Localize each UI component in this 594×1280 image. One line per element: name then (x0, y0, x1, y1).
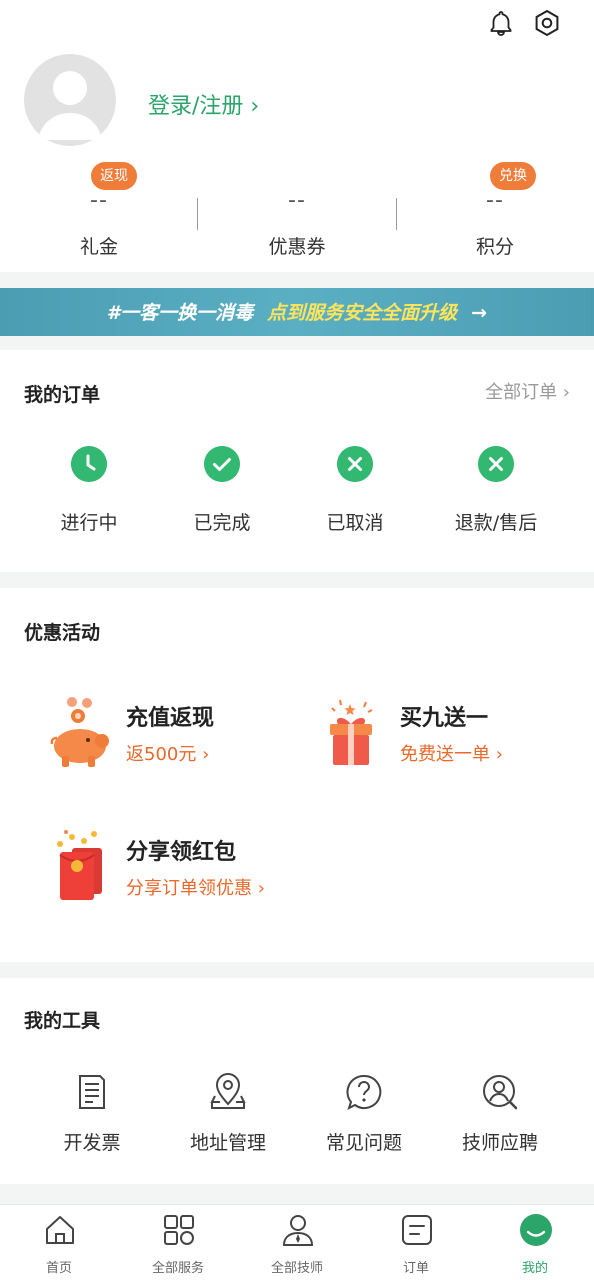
order-refund[interactable]: 退款/售后 (429, 446, 563, 536)
banner-highlight: 点到服务安全全面升级 (267, 302, 458, 324)
bell-icon[interactable] (486, 8, 516, 38)
top-bar (0, 0, 594, 50)
stat-points[interactable]: 兑换 -- 积分 (396, 162, 594, 264)
order-label: 退款/售后 (454, 512, 538, 534)
bottom-tab-bar: 首页 全部服务 全部技师 订单 我的 (0, 1204, 594, 1280)
orders-title: 我的订单 (24, 384, 101, 406)
profile-section: 登录/注册 › 返现 -- 礼金 -- 优惠券 兑换 -- 积分 (0, 50, 594, 272)
tools-card: 我的工具 开发票 地址管理 常见问题 技师应聘 (0, 978, 594, 1184)
promo-title: 分享领红包 (126, 840, 237, 865)
promo-banner[interactable]: #一客一换一消毒 点到服务安全全面升级 → (0, 288, 594, 336)
check-icon (204, 446, 240, 482)
banner-text: #一客一换一消毒 (106, 302, 254, 324)
profile-icon (520, 1214, 552, 1246)
arrow-right-icon: → (471, 302, 488, 324)
promos-card: 优惠活动 充值返现 返500元 › 买九送一 免费送一单 › 分享领红包 分享订… (0, 588, 594, 962)
stat-label: 积分 (475, 236, 514, 258)
tool-label: 开发票 (63, 1132, 121, 1154)
tab-orders[interactable]: 订单 (357, 1205, 475, 1280)
promo-title: 充值返现 (126, 706, 215, 731)
cashback-badge: 返现 (91, 162, 137, 190)
recruit-icon (483, 1075, 518, 1110)
tab-label: 全部服务 (151, 1261, 204, 1276)
grid-icon (164, 1215, 194, 1245)
order-in-progress[interactable]: 进行中 (22, 446, 156, 536)
order-label: 已完成 (193, 512, 251, 534)
orders-icon (402, 1215, 432, 1245)
tool-label: 技师应聘 (461, 1132, 538, 1154)
gift-icon (330, 699, 373, 765)
stat-label: 礼金 (79, 236, 118, 258)
promo-buy-nine[interactable]: 买九送一 免费送一单 › (324, 694, 594, 794)
tab-home[interactable]: 首页 (0, 1205, 118, 1280)
tool-invoice[interactable]: 开发票 (24, 1072, 160, 1168)
promo-subtitle: 免费送一单 › (400, 744, 503, 765)
order-label: 进行中 (60, 512, 118, 534)
promo-recharge[interactable]: 充值返现 返500元 › (50, 694, 320, 794)
promo-title: 买九送一 (400, 706, 489, 731)
promo-subtitle: 分享订单领优惠 › (126, 878, 265, 899)
invoice-icon (79, 1075, 105, 1109)
location-icon (210, 1073, 246, 1109)
promo-share[interactable]: 分享领红包 分享订单领优惠 › (50, 828, 320, 928)
cancel-icon (337, 446, 373, 482)
tab-label: 我的 (521, 1261, 548, 1276)
stat-value: -- (486, 188, 504, 213)
tool-address[interactable]: 地址管理 (160, 1072, 296, 1168)
tab-label: 首页 (45, 1261, 72, 1276)
technician-icon (282, 1215, 314, 1246)
stat-label: 优惠券 (268, 236, 326, 258)
red-envelope-icon (57, 830, 102, 900)
tab-all-technicians[interactable]: 全部技师 (238, 1205, 356, 1280)
tool-faq[interactable]: 常见问题 (296, 1072, 432, 1168)
settings-icon[interactable] (532, 8, 562, 38)
order-cancelled[interactable]: 已取消 (288, 446, 422, 536)
stat-coupons[interactable]: -- 优惠券 (198, 164, 396, 264)
tab-all-services[interactable]: 全部服务 (119, 1205, 237, 1280)
stat-value: -- (90, 188, 108, 213)
promos-title: 优惠活动 (24, 622, 101, 644)
piggy-bank-icon (50, 697, 109, 767)
order-label: 已取消 (326, 512, 384, 534)
refund-icon (478, 446, 514, 482)
tool-recruit[interactable]: 技师应聘 (432, 1072, 568, 1168)
home-icon (46, 1216, 74, 1244)
order-completed[interactable]: 已完成 (155, 446, 289, 536)
promo-subtitle: 返500元 › (126, 744, 210, 765)
tool-label: 地址管理 (189, 1132, 266, 1154)
question-icon (346, 1074, 382, 1110)
tool-label: 常见问题 (325, 1132, 402, 1154)
orders-card: 我的订单 全部订单 › 进行中 已完成 已取消 退款/售后 (0, 350, 594, 572)
tab-label: 订单 (402, 1261, 429, 1276)
tools-title: 我的工具 (24, 1010, 101, 1032)
stat-gift-money[interactable]: 返现 -- 礼金 (0, 162, 198, 264)
avatar[interactable] (24, 54, 116, 146)
login-link[interactable]: 登录/注册 › (148, 88, 259, 120)
stat-value: -- (288, 188, 306, 213)
tab-profile[interactable]: 我的 (476, 1205, 594, 1280)
all-orders-link[interactable]: 全部订单 › (485, 378, 570, 404)
tab-label: 全部技师 (270, 1261, 323, 1276)
clock-icon (71, 446, 107, 482)
exchange-badge: 兑换 (490, 162, 536, 190)
